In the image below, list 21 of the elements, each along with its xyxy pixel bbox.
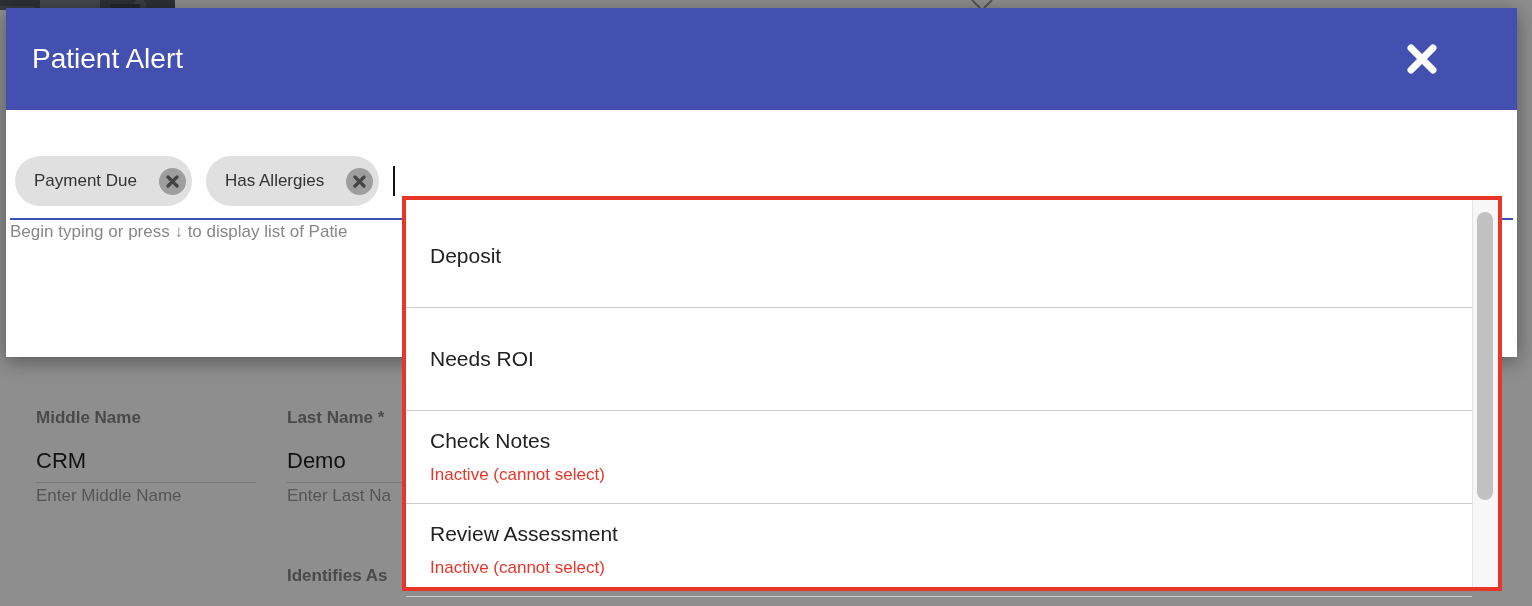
chip-label: Has Allergies bbox=[225, 171, 325, 191]
close-icon bbox=[166, 174, 179, 188]
remove-button[interactable] bbox=[346, 167, 374, 195]
chip-label: Payment Due bbox=[34, 171, 137, 191]
close-button[interactable] bbox=[1405, 42, 1439, 76]
menu-item[interactable]: Deposit bbox=[406, 205, 1472, 308]
menu-item[interactable]: Needs ROI bbox=[406, 308, 1472, 411]
field-label: Last Name * bbox=[287, 408, 385, 429]
close-icon bbox=[353, 174, 367, 188]
menu-item[interactable]: Check Notes Inactive (cannot select) bbox=[406, 411, 1472, 504]
helper-text: Begin typing or press ↓ to display list of Patie bbox=[10, 222, 349, 242]
field-hint: Enter Middle Name bbox=[36, 486, 183, 506]
scrollbar-thumb[interactable] bbox=[1477, 212, 1493, 500]
field-hint: Enter Last Na bbox=[287, 486, 392, 506]
dialog-title: Patient Alert bbox=[32, 43, 183, 75]
menu-item[interactable]: Review Assessment Inactive (cannot select) bbox=[406, 504, 1472, 597]
input-field[interactable]: CRM bbox=[36, 448, 256, 483]
field-label: Identifies As bbox=[287, 566, 388, 586]
field-label: Middle Name bbox=[36, 408, 141, 429]
remove-button[interactable] bbox=[159, 167, 186, 195]
close-icon bbox=[1405, 42, 1439, 76]
